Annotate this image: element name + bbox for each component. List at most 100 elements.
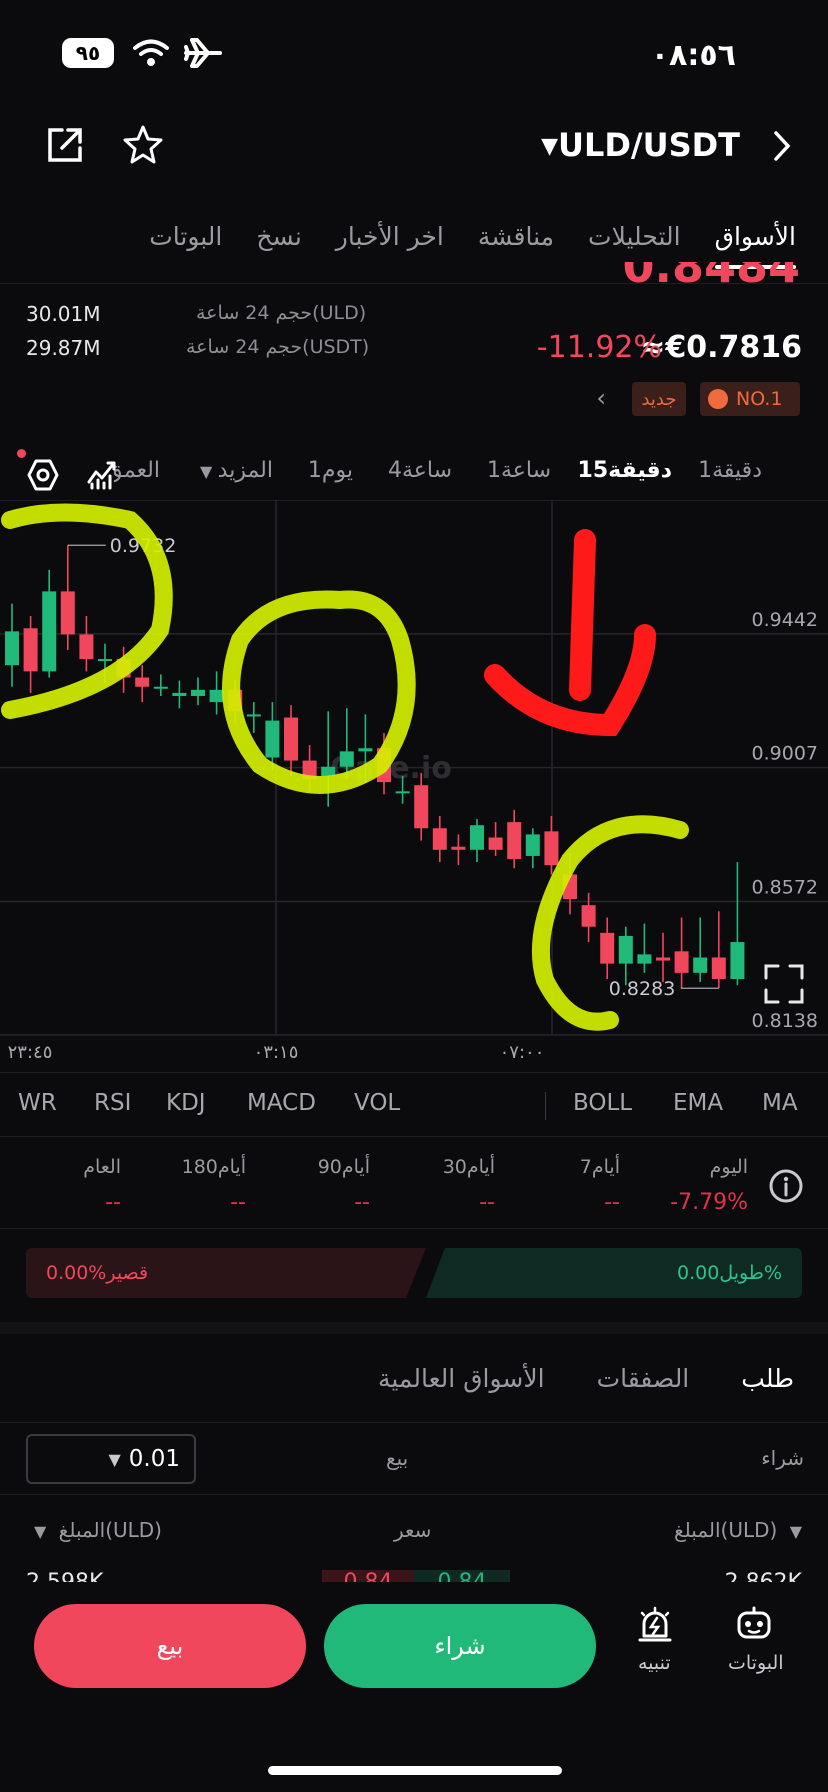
candle-body xyxy=(246,714,261,717)
info-icon[interactable] xyxy=(768,1168,804,1208)
wifi-icon xyxy=(132,38,170,72)
tab-orderbook[interactable]: طلب xyxy=(741,1364,794,1393)
candle-body xyxy=(637,954,652,964)
sell-button[interactable]: بيع xyxy=(34,1604,306,1688)
chart-settings-icon[interactable] xyxy=(26,458,60,496)
short-ratio: 0.00%قصير xyxy=(46,1262,149,1284)
candle-body xyxy=(339,751,354,767)
indicator-wr[interactable]: WR xyxy=(18,1090,57,1116)
star-icon[interactable] xyxy=(122,124,164,170)
perf-90d-label: 90أيام xyxy=(317,1156,370,1178)
alert-icon[interactable] xyxy=(636,1606,674,1650)
battery-icon: ٩٥ xyxy=(62,38,114,68)
fiat-price: ≈€0.7816 xyxy=(640,330,802,365)
orderbook-tabs: طلب الصفقات الأسواق العالمية xyxy=(378,1364,794,1393)
filter-sell[interactable]: بيع xyxy=(386,1446,408,1470)
perf-7d-value: -- xyxy=(604,1190,620,1215)
pair-title[interactable]: ULD/USDT xyxy=(558,126,740,164)
candle-body xyxy=(135,677,150,687)
candle-body xyxy=(172,692,187,696)
candle-body xyxy=(730,942,745,980)
candle-body xyxy=(432,828,447,850)
col-amount-sell[interactable]: ▼ المبلغ(ULD) xyxy=(34,1518,162,1542)
indicator-ema[interactable]: EMA xyxy=(673,1090,723,1116)
indicator-chart-icon[interactable] xyxy=(86,458,118,494)
divider xyxy=(0,1228,828,1229)
candle-body xyxy=(191,689,205,696)
bot-icon[interactable] xyxy=(734,1604,774,1648)
perf-180d-label: 180أيام xyxy=(181,1156,246,1178)
alert-label[interactable]: تنبيه xyxy=(638,1652,671,1674)
candle-body xyxy=(674,951,689,973)
rank-badge-label: NO.1 xyxy=(736,388,783,410)
tab-global-markets[interactable]: الأسواق العالمية xyxy=(378,1364,545,1393)
candle-body xyxy=(507,822,522,860)
pair-dropdown-icon[interactable]: ▼ xyxy=(541,134,558,159)
indicator-boll[interactable]: BOLL xyxy=(573,1090,632,1116)
volume-usdt-value: 29.87M xyxy=(26,336,101,360)
rank-badge[interactable]: NO.1 xyxy=(700,382,800,416)
notification-dot xyxy=(17,449,26,458)
tf-more[interactable]: المزيد xyxy=(218,458,273,483)
candle-body xyxy=(581,905,596,927)
tf-15m[interactable]: 15دقيقة xyxy=(578,458,672,483)
x-axis-tick: ٢٣:٤٥ xyxy=(8,1042,53,1060)
tab-discussion[interactable]: مناقشة xyxy=(478,222,554,269)
indicator-vol[interactable]: VOL xyxy=(354,1090,400,1116)
candle-body xyxy=(618,935,633,964)
indicator-kdj[interactable]: KDJ xyxy=(166,1090,206,1116)
candle-body xyxy=(414,785,429,829)
perf-year-label: العام xyxy=(83,1156,121,1178)
tab-news[interactable]: اخر الأخبار xyxy=(336,222,444,269)
candle-body xyxy=(98,659,112,662)
tf-1m[interactable]: 1دقيقة xyxy=(698,458,762,483)
candle-body xyxy=(544,831,559,866)
section-gap xyxy=(0,1322,828,1334)
col-price: سعر xyxy=(394,1518,432,1542)
perf-180d-value: -- xyxy=(230,1190,246,1215)
tf-4h[interactable]: 4ساعة xyxy=(388,458,452,483)
divider xyxy=(0,1072,828,1073)
tf-1d[interactable]: 1يوم xyxy=(308,458,353,483)
chevron-right-icon[interactable] xyxy=(772,130,792,166)
share-icon[interactable] xyxy=(46,126,84,168)
candle-body xyxy=(451,846,466,850)
y-axis-tick: 0.8138 xyxy=(752,1010,818,1032)
tab-bots[interactable]: البوتات xyxy=(149,222,222,269)
annotation-arrow-shaft xyxy=(569,529,596,701)
indicator-macd[interactable]: MACD xyxy=(247,1090,316,1116)
candle-body xyxy=(209,689,224,703)
tf-1h[interactable]: 1ساعة xyxy=(487,458,551,483)
perf-7d-label: 7أيام xyxy=(579,1156,620,1178)
x-axis-tick: ٠٧:٠٠ xyxy=(500,1042,545,1060)
tab-copy[interactable]: نسخ xyxy=(256,222,301,269)
candle-body xyxy=(60,591,75,635)
indicator-rsi[interactable]: RSI xyxy=(94,1090,131,1116)
tf-depth[interactable]: العمق xyxy=(114,458,160,483)
price-change: -11.92% xyxy=(536,330,662,365)
fullscreen-icon[interactable] xyxy=(764,964,804,1004)
filter-buy[interactable]: شراء xyxy=(761,1446,804,1470)
low-price-label: 0.8283 xyxy=(609,978,675,1000)
candle-body xyxy=(470,825,484,850)
col-amount-buy-label: المبلغ(ULD) xyxy=(674,1518,778,1542)
airplane-icon xyxy=(184,36,222,74)
col-amount-buy[interactable]: المبلغ(ULD) ▼ xyxy=(674,1518,802,1542)
candle-body xyxy=(23,628,38,672)
rank-icon xyxy=(708,389,728,409)
y-axis-tick: 0.9442 xyxy=(752,609,818,631)
chevron-left-icon[interactable]: ‹ xyxy=(596,384,606,412)
buy-button[interactable]: شراء xyxy=(324,1604,596,1688)
candlestick-chart[interactable]: Gate.io0.97320.82830.94420.90070.85720.8… xyxy=(0,500,828,1060)
precision-select[interactable]: ▼ 0.01 xyxy=(26,1434,196,1484)
perf-today-label: اليوم xyxy=(709,1156,748,1178)
last-price: 0.8484 xyxy=(622,262,800,290)
tab-trades[interactable]: الصفقات xyxy=(597,1364,690,1393)
volume-uld-label: حجم 24 ساعة(ULD) xyxy=(196,302,367,324)
tf-more-caret-icon[interactable]: ▼ xyxy=(200,462,212,481)
bots-label[interactable]: البوتات xyxy=(728,1652,784,1674)
perf-today-value: -7.79% xyxy=(670,1190,748,1215)
indicator-ma[interactable]: MA xyxy=(762,1090,798,1116)
perf-30d-label: 30أيام xyxy=(442,1156,495,1178)
y-axis-tick: 0.8572 xyxy=(752,876,818,898)
